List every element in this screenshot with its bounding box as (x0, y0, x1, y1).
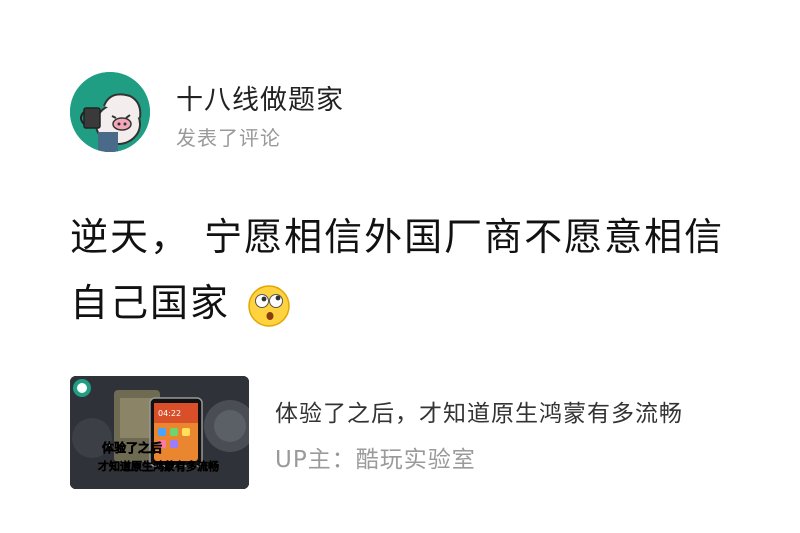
comment-body: 逆天， 宁愿相信外国厂商不愿意相信自己国家 (70, 204, 750, 336)
action-label: 发表了评论 (176, 126, 281, 150)
uploader-name[interactable]: UP主：酷玩实验室 (275, 440, 476, 474)
thumbnail-clock: 04:22 (158, 409, 181, 418)
video-title[interactable]: 体验了之后，才知道原生鸿蒙有多流畅 (275, 394, 683, 428)
comment-text: 逆天， 宁愿相信外国厂商不愿意相信自己国家 (70, 215, 725, 325)
video-thumbnail[interactable]: 04:22 体验了之后 才知道原生鸿蒙有多流畅 (70, 376, 249, 489)
thumbnail-caption-line2: 才知道原生鸿蒙有多流畅 (98, 459, 219, 473)
author-avatar[interactable] (70, 72, 150, 152)
video-card[interactable]: 04:22 体验了之后 才知道原生鸿蒙有多流畅 体验了之后，才知道原生鸿蒙有多流… (70, 376, 750, 490)
dizzy-face-emoji (248, 284, 290, 327)
author-name[interactable]: 十八线做题家 (176, 78, 344, 117)
thumbnail-caption-line1: 体验了之后 (102, 440, 162, 455)
cartoon-avatar-icon (70, 72, 150, 152)
